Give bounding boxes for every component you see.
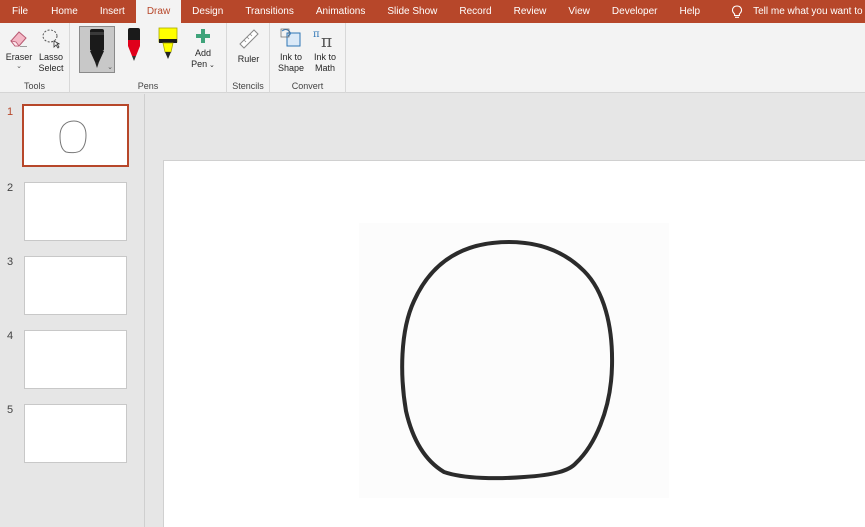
svg-text:π: π (321, 32, 332, 49)
slide-number: 1 (7, 106, 14, 118)
tab-review[interactable]: Review (503, 0, 558, 23)
slide-thumbnail-5[interactable]: 5 (0, 404, 140, 464)
highlighter-icon (158, 27, 178, 59)
lasso-label-2: Select (38, 63, 64, 73)
group-convert: Ink to Shape π π Ink to Math Convert (270, 23, 346, 93)
tab-view[interactable]: View (557, 0, 601, 23)
slide-thumbnail-3[interactable]: 3 (0, 256, 140, 316)
ruler-button[interactable]: Ruler (232, 27, 265, 65)
add-pen-label-1: Add (194, 48, 211, 58)
tab-help[interactable]: Help (669, 0, 712, 23)
lightbulb-icon (732, 4, 743, 18)
group-label-convert: Convert (291, 81, 324, 91)
slide-thumbnail-2[interactable]: 2 (0, 182, 140, 242)
group-label-stencils: Stencils (232, 81, 264, 91)
plus-icon (196, 29, 210, 43)
ink-to-math-label-1: Ink to (313, 52, 336, 62)
slide-editing-area[interactable] (146, 94, 865, 527)
ink-to-shape-label-2: Shape (277, 63, 305, 73)
group-label-pens: Pens (137, 81, 159, 91)
lasso-select-button[interactable]: Lasso Select (36, 27, 66, 74)
pi-math-icon: π π (313, 29, 332, 49)
slide-preview (24, 404, 127, 463)
slide-preview (24, 330, 127, 389)
ink-to-shape-icon (280, 28, 301, 47)
tab-developer[interactable]: Developer (601, 0, 669, 23)
eraser-label: Eraser (5, 52, 33, 62)
slide-preview (22, 104, 129, 167)
slide-thumbnail-pane[interactable]: 1 2 3 4 5 (0, 94, 145, 527)
tab-transitions[interactable]: Transitions (234, 0, 305, 23)
pen-icon (128, 28, 140, 61)
group-stencils: Ruler Stencils (227, 23, 270, 93)
group-tools: Eraser ⌄ Lasso Select Tools (0, 23, 70, 93)
chevron-down-icon: ⌄ (207, 62, 215, 69)
black-pen-button[interactable]: ⌄ (79, 26, 115, 73)
add-pen-label-2: Pen (191, 59, 208, 69)
tab-slide-show[interactable]: Slide Show (376, 0, 448, 23)
tab-draw[interactable]: Draw (135, 0, 182, 23)
eraser-icon (10, 31, 27, 47)
tab-file[interactable]: File (0, 0, 40, 23)
chevron-down-icon: ⌄ (16, 63, 22, 70)
ink-drawing[interactable] (164, 161, 865, 527)
slide-preview (24, 256, 127, 315)
ruler-icon (238, 29, 259, 49)
tab-design[interactable]: Design (181, 0, 234, 23)
tab-animations[interactable]: Animations (305, 0, 376, 23)
tab-home[interactable]: Home (40, 0, 89, 23)
ink-to-math-label-2: Math (314, 63, 335, 73)
svg-text:π: π (313, 29, 320, 40)
red-pen-button[interactable] (123, 26, 145, 71)
group-pens: ⌄ Add Pen ⌄ Pens (70, 23, 227, 93)
slide-number: 3 (7, 256, 14, 268)
ribbon: Eraser ⌄ Lasso Select Tools ⌄ Add Pen ⌄ … (0, 23, 865, 93)
tell-me-text: Tell me what you want to do (753, 6, 865, 17)
ink-to-shape-label-1: Ink to (279, 52, 302, 62)
slide-preview (24, 182, 127, 241)
slide-number: 5 (7, 404, 14, 416)
lasso-label-1: Lasso (38, 52, 64, 62)
tell-me-search[interactable]: Tell me what you want to do (731, 4, 865, 19)
add-pen-button[interactable]: Add Pen ⌄ (188, 27, 218, 71)
tab-insert[interactable]: Insert (89, 0, 136, 23)
ink-to-math-button[interactable]: π π Ink to Math (308, 27, 342, 74)
group-label-tools: Tools (23, 81, 45, 91)
slide-thumbnail-4[interactable]: 4 (0, 330, 140, 390)
ribbon-tab-bar: File Home Insert Draw Design Transitions… (0, 0, 865, 23)
eraser-button[interactable]: Eraser ⌄ (4, 27, 34, 71)
chevron-down-icon: ⌄ (107, 64, 113, 71)
ink-drawing-thumbnail (59, 120, 87, 154)
tab-record[interactable]: Record (448, 0, 502, 23)
ruler-label: Ruler (237, 54, 260, 64)
slide-canvas[interactable] (163, 160, 865, 527)
lasso-icon (42, 29, 60, 49)
ink-to-shape-button[interactable]: Ink to Shape (275, 27, 307, 74)
slide-number: 2 (7, 182, 14, 194)
slide-number: 4 (7, 330, 14, 342)
highlighter-button[interactable] (155, 26, 181, 71)
slide-thumbnail-1[interactable]: 1 (0, 104, 140, 167)
